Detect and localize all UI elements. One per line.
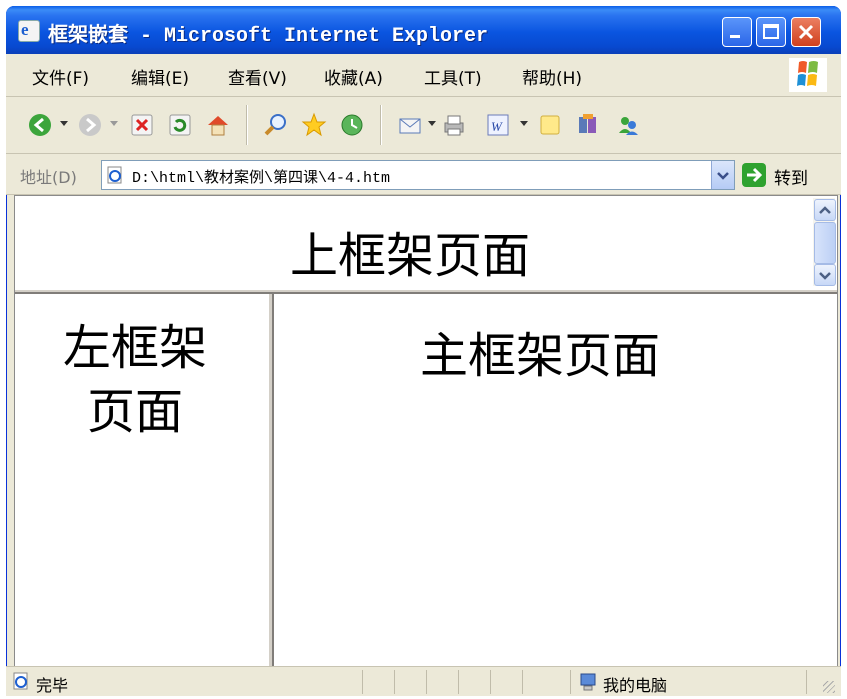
status-divider (490, 670, 491, 694)
title-bar[interactable]: e 框架嵌套 - Microsoft Internet Explorer (6, 6, 841, 54)
browser-window: e 框架嵌套 - Microsoft Internet Explorer 文件(… (6, 6, 841, 696)
stop-icon[interactable] (128, 111, 156, 139)
search-icon[interactable] (262, 111, 290, 139)
status-divider (394, 670, 395, 694)
menu-file[interactable]: 文件(F) (32, 64, 89, 89)
maximize-button[interactable] (756, 17, 786, 47)
page-content: 上框架页面 左框架 页面 主框架页面 (14, 195, 838, 667)
status-divider (570, 670, 571, 694)
left-frame-text: 左框架 页面 (25, 316, 245, 444)
history-icon[interactable] (338, 111, 366, 139)
status-divider (806, 670, 807, 694)
minimize-button[interactable] (722, 17, 752, 47)
print-icon[interactable] (440, 111, 468, 139)
mail-icon[interactable] (396, 111, 424, 139)
top-frame-text: 上框架页面 (289, 228, 530, 284)
main-frame-text: 主框架页面 (419, 328, 660, 384)
mail-dropdown-icon[interactable] (428, 121, 436, 126)
refresh-icon[interactable] (166, 111, 194, 139)
edit-icon[interactable]: W (484, 111, 512, 139)
scroll-down-button[interactable] (814, 264, 836, 286)
address-bar: 地址(D) D:\html\教材案例\第四课\4-4.htm 转到 (6, 154, 841, 195)
left-frame[interactable]: 左框架 页面 (15, 294, 274, 666)
close-button[interactable] (791, 17, 821, 47)
menu-favorites[interactable]: 收藏(A) (324, 64, 383, 89)
menu-edit[interactable]: 编辑(E) (131, 64, 189, 89)
left-frame-text-line2: 页面 (86, 384, 183, 440)
status-divider (458, 670, 459, 694)
chevron-up-icon (819, 206, 831, 214)
top-frame[interactable]: 上框架页面 (15, 196, 837, 294)
menu-view[interactable]: 查看(V) (228, 64, 287, 89)
edit-dropdown-icon[interactable] (520, 121, 528, 126)
status-text: 完毕 (36, 676, 69, 695)
go-arrow-icon (742, 163, 766, 187)
top-frame-scrollbar[interactable] (813, 198, 836, 286)
status-divider (522, 670, 523, 694)
my-computer-icon (580, 673, 596, 691)
forward-dropdown-icon[interactable] (110, 121, 118, 126)
windows-logo-icon (789, 58, 827, 92)
toolbar-separator (246, 105, 248, 145)
address-input[interactable]: D:\html\教材案例\第四课\4-4.htm (101, 160, 735, 190)
research-icon[interactable] (574, 111, 602, 139)
go-label: 转到 (774, 169, 808, 189)
toolbar-separator (380, 105, 382, 145)
back-icon[interactable] (26, 111, 54, 139)
chevron-down-icon (717, 172, 729, 180)
forward-icon[interactable] (76, 111, 104, 139)
status-divider (362, 670, 363, 694)
address-dropdown-button[interactable] (711, 161, 734, 189)
main-frame[interactable]: 主框架页面 (275, 294, 837, 666)
home-icon[interactable] (204, 111, 232, 139)
messenger-icon[interactable] (614, 111, 642, 139)
menu-tools[interactable]: 工具(T) (424, 64, 482, 89)
maximize-icon (763, 24, 779, 39)
back-dropdown-icon[interactable] (60, 121, 68, 126)
address-label: 地址(D) (20, 168, 77, 187)
go-button[interactable]: 转到 (740, 161, 836, 189)
address-value: D:\html\教材案例\第四课\4-4.htm (132, 170, 391, 187)
ie-icon: e (18, 20, 40, 42)
minimize-icon (730, 35, 740, 38)
favorites-icon[interactable] (300, 111, 328, 139)
resize-grip[interactable] (823, 681, 835, 693)
menu-bar: 文件(F) 编辑(E) 查看(V) 收藏(A) 工具(T) 帮助(H) (6, 54, 841, 97)
page-icon (107, 166, 122, 184)
close-icon (798, 24, 814, 40)
menu-help[interactable]: 帮助(H) (522, 64, 582, 89)
chevron-down-icon (819, 272, 831, 280)
left-frame-text-line1: 左框架 (62, 320, 207, 376)
window-title: 框架嵌套 - Microsoft Internet Explorer (48, 25, 489, 48)
scroll-thumb[interactable] (814, 222, 836, 264)
status-bar: 完毕 我的电脑 (6, 666, 841, 696)
scroll-up-button[interactable] (814, 199, 836, 221)
security-zone-text: 我的电脑 (603, 676, 668, 695)
discuss-icon[interactable] (536, 111, 564, 139)
page-done-icon (13, 672, 28, 690)
status-divider (426, 670, 427, 694)
svg-text:W: W (491, 119, 503, 134)
standard-toolbar: W (6, 97, 841, 154)
